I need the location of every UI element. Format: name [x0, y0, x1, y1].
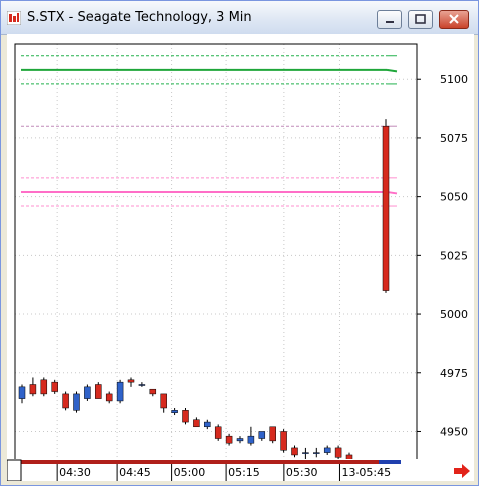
candle	[193, 419, 200, 428]
y-tick-label: 5050	[440, 191, 468, 204]
candle	[204, 421, 211, 428]
x-axis: 04:30 04:45 05:00 05:15 05:30 13-05:45	[56, 464, 391, 481]
x-tick-label: 05:00	[174, 466, 206, 479]
candle	[269, 426, 276, 442]
app-candlestick-icon	[7, 11, 21, 25]
candle	[345, 454, 353, 460]
candle	[105, 393, 113, 402]
scroll-right-arrow-icon[interactable]	[453, 463, 471, 479]
candle	[382, 125, 390, 291]
price-levels	[21, 55, 398, 207]
candle	[18, 386, 26, 399]
candle	[258, 431, 266, 439]
price-level-tail	[386, 68, 398, 73]
candle	[73, 393, 80, 411]
candle	[291, 447, 298, 456]
title-bar[interactable]: S.STX - Seagate Technology, 3 Min	[1, 1, 478, 35]
candlestick-chart[interactable]: 5100507550505025500049754950 04:30 04:45 0…	[7, 34, 474, 481]
x-tick-label: 13-05:45	[341, 466, 391, 479]
candle	[138, 384, 146, 386]
x-tick-label: 05:30	[286, 466, 318, 479]
scroll-box[interactable]	[7, 459, 22, 481]
y-tick-label: 5000	[440, 308, 468, 321]
maximize-icon	[415, 14, 426, 24]
minimize-icon	[386, 21, 394, 23]
candle	[236, 438, 244, 442]
y-tick-label: 5100	[440, 73, 468, 86]
y-tick-label: 4975	[440, 367, 468, 380]
x-tick-label: 05:15	[228, 466, 260, 479]
candle	[84, 386, 91, 399]
candle	[280, 431, 287, 451]
chart-window: S.STX - Seagate Technology, 3 Min 5100 50…	[0, 0, 479, 486]
candle	[302, 452, 309, 454]
candle	[182, 410, 189, 423]
y-axis: 5100 5075 5050 5025 5000 4975 4950	[417, 73, 468, 438]
candle	[225, 435, 233, 444]
y-tick-label: 5025	[440, 249, 468, 262]
candle	[51, 381, 58, 392]
window-title: S.STX - Seagate Technology, 3 Min	[27, 10, 252, 25]
candle	[62, 393, 69, 409]
candle	[323, 447, 331, 453]
minimize-button[interactable]	[377, 10, 402, 29]
candle	[214, 426, 222, 439]
candle	[149, 388, 157, 395]
candle	[40, 379, 48, 395]
candle	[127, 379, 135, 383]
candle	[95, 384, 102, 399]
candles	[18, 119, 390, 462]
candle	[247, 435, 255, 444]
y-tick-label: 5075	[440, 132, 468, 145]
candle	[160, 393, 167, 409]
candle	[29, 384, 37, 395]
candle	[334, 447, 342, 458]
close-icon	[449, 14, 459, 24]
candle	[313, 452, 320, 454]
x-tick-label: 04:30	[59, 466, 91, 479]
x-tick-label: 04:45	[119, 466, 151, 479]
close-button[interactable]	[439, 10, 469, 29]
maximize-button[interactable]	[408, 10, 433, 29]
y-tick-label: 4950	[440, 425, 468, 438]
candle	[116, 381, 124, 402]
candle	[171, 410, 178, 413]
